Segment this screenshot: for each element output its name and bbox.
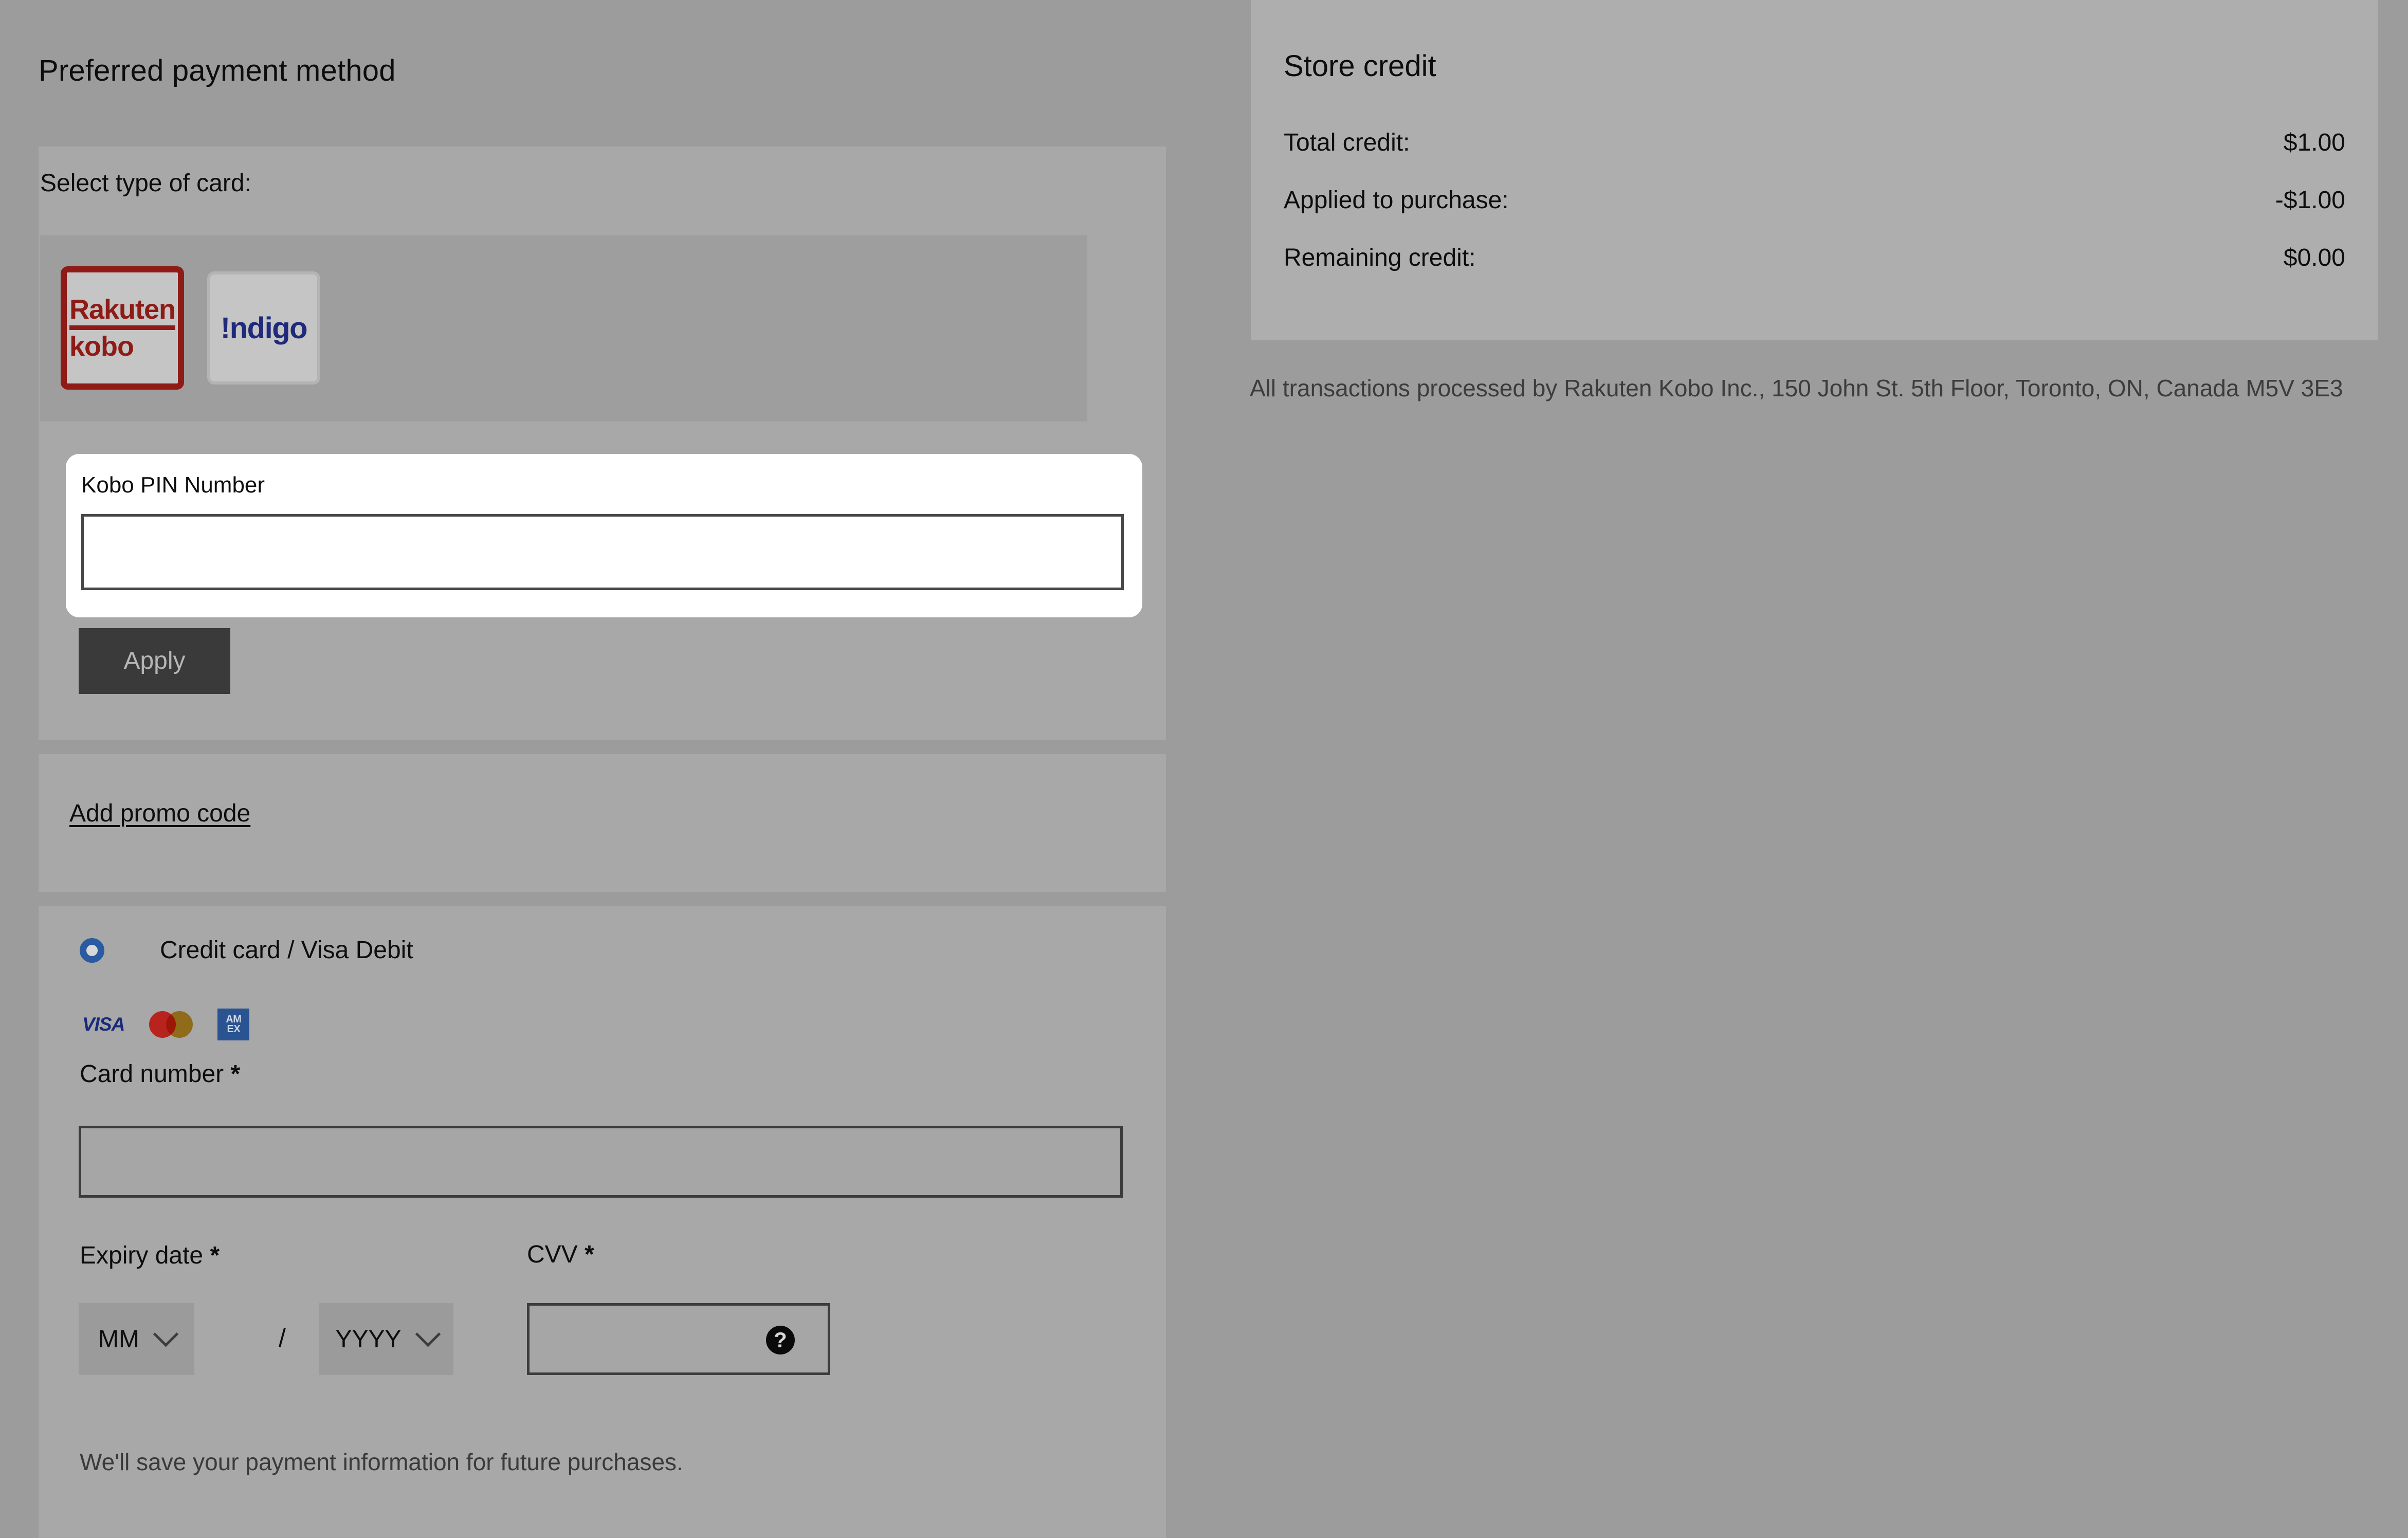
expiry-year-value: YYYY: [335, 1325, 402, 1353]
chevron-down-icon: [153, 1321, 179, 1347]
indigo-logo: !ndigo: [220, 311, 308, 345]
store-credit-row-label: Applied to purchase:: [1284, 187, 1509, 214]
expiry-date-label-text: Expiry date: [80, 1242, 204, 1269]
chevron-down-icon: [415, 1321, 441, 1347]
store-credit-row-value: $0.00: [2283, 244, 2345, 271]
amex-icon-line2: EX: [227, 1023, 241, 1035]
store-credit-title: Store credit: [1284, 49, 1436, 83]
card-number-input[interactable]: [79, 1126, 1123, 1198]
card-number-label-text: Card number: [80, 1060, 224, 1088]
card-type-option-indigo[interactable]: !ndigo: [207, 271, 320, 384]
card-brand-tile-strip: Rakuten kobo !ndigo: [40, 235, 1087, 422]
expiry-separator: /: [279, 1324, 286, 1352]
apply-button[interactable]: Apply: [79, 628, 230, 694]
mastercard-icon: [149, 1011, 193, 1038]
payment-method-column: Preferred payment method Select type of …: [0, 0, 1166, 1538]
page-title: Preferred payment method: [39, 54, 396, 87]
store-credit-row: Applied to purchase: -$1.00: [1284, 186, 2345, 214]
store-credit-row-value: $1.00: [2283, 129, 2345, 156]
kobo-pin-input[interactable]: [81, 514, 1124, 590]
card-number-label: Card number *: [80, 1060, 240, 1088]
credit-card-radio-label: Credit card / Visa Debit: [160, 937, 413, 964]
add-promo-code-link[interactable]: Add promo code: [69, 799, 250, 828]
legal-disclaimer: All transactions processed by Rakuten Ko…: [1250, 375, 2343, 401]
radio-selected-icon[interactable]: [80, 938, 104, 963]
expiry-month-select[interactable]: MM: [79, 1303, 194, 1375]
store-credit-row: Total credit: $1.00: [1284, 129, 2345, 157]
store-credit-rows: Total credit: $1.00 Applied to purchase:…: [1284, 129, 2345, 301]
rakuten-kobo-logo-line2: kobo: [69, 331, 134, 362]
store-credit-row-label: Remaining credit:: [1284, 244, 1476, 271]
expiry-month-value: MM: [98, 1325, 139, 1353]
rakuten-kobo-logo-line1: Rakuten: [69, 296, 176, 330]
help-icon[interactable]: ?: [766, 1326, 795, 1354]
expiry-date-label: Expiry date *: [80, 1241, 220, 1270]
store-credit-row-label: Total credit:: [1284, 129, 1410, 156]
cvv-label: CVV *: [527, 1240, 594, 1269]
expiry-year-select[interactable]: YYYY: [319, 1303, 453, 1375]
select-card-type-label: Select type of card:: [40, 170, 251, 197]
credit-card-radio-row[interactable]: Credit card / Visa Debit: [80, 936, 413, 964]
card-number-required-marker: *: [230, 1060, 241, 1088]
visa-icon: VISA: [82, 1014, 125, 1035]
rakuten-kobo-logo: Rakuten kobo: [69, 296, 176, 362]
store-credit-row-value: -$1.00: [2275, 187, 2345, 214]
kobo-pin-label: Kobo PIN Number: [81, 472, 265, 498]
amex-icon: AM EX: [217, 1009, 250, 1040]
cvv-required-marker: *: [585, 1241, 594, 1268]
cvv-label-text: CVV: [527, 1241, 578, 1268]
card-type-option-rakuten-kobo[interactable]: Rakuten kobo: [61, 266, 184, 390]
accepted-card-brands: VISA AM EX: [82, 1009, 250, 1040]
store-credit-row: Remaining credit: $0.00: [1284, 244, 2345, 272]
save-payment-info-note: We'll save your payment information for …: [80, 1449, 683, 1475]
credit-card-section: [39, 906, 1166, 1538]
expiry-date-required-marker: *: [210, 1242, 220, 1269]
